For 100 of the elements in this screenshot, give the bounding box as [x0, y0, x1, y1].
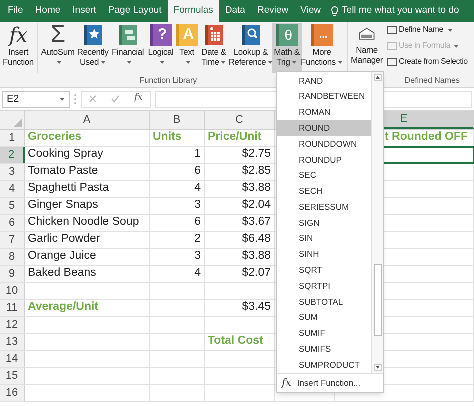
- scrollbar[interactable]: [371, 72, 383, 374]
- column-header[interactable]: C: [205, 111, 275, 129]
- row-header[interactable]: 15: [0, 368, 25, 384]
- cell-text: Spaghetti Pasta: [28, 181, 110, 196]
- row-header[interactable]: 5: [0, 198, 25, 214]
- ribbon-tab[interactable]: Home: [29, 0, 67, 22]
- tell-me-search[interactable]: Tell me what you want to do: [342, 4, 460, 18]
- ribbon-tab[interactable]: Data: [219, 0, 252, 22]
- menu-item[interactable]: SUMPRODUCT: [277, 357, 371, 374]
- cell-text: $3.88: [242, 249, 271, 264]
- menu-item[interactable]: SEC: [277, 168, 371, 184]
- insert-function-menu-item[interactable]: fx Insert Function...: [277, 373, 383, 392]
- menu-item[interactable]: SERIESSUM: [277, 199, 371, 216]
- row-header[interactable]: 11: [0, 300, 25, 316]
- defined-name-item[interactable]: Define Name: [387, 23, 468, 37]
- menu-item[interactable]: ROUNDDOWN: [277, 136, 371, 152]
- row-header[interactable]: 8: [0, 249, 25, 265]
- ribbon-tab[interactable]: Review: [251, 0, 295, 22]
- row-header[interactable]: 10: [0, 283, 25, 299]
- question-book-icon: ?: [150, 24, 172, 46]
- cell-text: Garlic Powder: [28, 232, 100, 248]
- row-header[interactable]: 6: [0, 215, 25, 231]
- ribbon-button[interactable]: θ Math & Trig: [272, 23, 302, 73]
- menu-item[interactable]: SIGN: [277, 215, 371, 231]
- cell-text: 1: [194, 147, 201, 162]
- corner-triangle-icon: [14, 119, 22, 127]
- ribbon-button[interactable]: Recently Used: [76, 23, 110, 73]
- menu-item[interactable]: RANDBETWEEN: [277, 88, 371, 105]
- grip-icon: [74, 94, 77, 104]
- cell-text: 6: [194, 164, 201, 180]
- row-header[interactable]: 13: [0, 334, 25, 350]
- cell-text: $2.04: [242, 198, 271, 214]
- menu-item[interactable]: SUM: [277, 310, 371, 326]
- cell-text: $3.67: [242, 215, 271, 230]
- cancel-icon[interactable]: [89, 95, 98, 103]
- row-header[interactable]: 9: [0, 266, 25, 282]
- menu-item[interactable]: RAND: [277, 73, 371, 89]
- ribbon-tab[interactable]: Page Layout: [102, 0, 168, 22]
- cell-text: Price/Unit: [208, 130, 262, 146]
- scroll-down-icon[interactable]: [374, 364, 382, 372]
- cell-text: $2.75: [242, 147, 271, 162]
- scroll-thumb[interactable]: [374, 264, 382, 336]
- cell-text: 2: [194, 232, 201, 248]
- cell-text: Average/Unit: [28, 300, 99, 316]
- insert-function-button[interactable]: fx: [134, 92, 143, 106]
- cell-text: Orange Juice: [28, 249, 96, 264]
- cell-text: Units: [153, 130, 182, 146]
- cell-text: $3.45: [242, 300, 271, 316]
- menu-item[interactable]: SQRTPI: [277, 278, 371, 294]
- finance-book-icon: [118, 24, 138, 46]
- theta-book-icon: θ: [276, 24, 298, 46]
- row-header[interactable]: 3: [0, 164, 25, 180]
- cell-text: $2.85: [242, 164, 271, 180]
- column-header[interactable]: B: [150, 111, 205, 129]
- ribbon-tab[interactable]: Insert: [66, 0, 102, 22]
- ribbon-button[interactable]: Financial: [110, 23, 146, 73]
- cell-text: Chicken Noodle Soup: [28, 215, 140, 230]
- ribbon-button[interactable]: Date & Time: [198, 23, 230, 73]
- cell-text: $3.88: [242, 181, 271, 196]
- cell-text: $6.48: [242, 232, 271, 248]
- ribbon-button[interactable]: A Text: [176, 23, 198, 73]
- ribbon-button[interactable]: fx Insert Function: [0, 23, 38, 73]
- cell-text: Ginger Snaps: [28, 198, 98, 214]
- row-header[interactable]: 14: [0, 351, 25, 367]
- letter-book-icon: A: [176, 24, 198, 46]
- ribbon-button[interactable]: ? Logical: [146, 23, 176, 73]
- cell-text: $2.07: [242, 266, 271, 282]
- menu-item[interactable]: SECH: [277, 184, 371, 200]
- row-header[interactable]: 1: [0, 130, 25, 146]
- check-icon[interactable]: [111, 95, 120, 103]
- ribbon-tab[interactable]: View: [294, 0, 328, 22]
- name-box[interactable]: E2: [2, 90, 70, 108]
- row-header[interactable]: 16: [0, 385, 25, 401]
- group-label: Function Library: [140, 76, 198, 86]
- cell-text: Tomato Paste: [28, 164, 98, 180]
- cell-text: 3: [194, 249, 201, 264]
- ribbon-tab[interactable]: File: [2, 0, 30, 22]
- caret-icon: [60, 98, 65, 100]
- menu-item[interactable]: ROUNDUP: [277, 152, 371, 168]
- menu-item[interactable]: ROUND: [277, 120, 371, 136]
- menu-item[interactable]: SUBTOTAL: [277, 294, 371, 310]
- scroll-up-icon[interactable]: [374, 74, 382, 81]
- menu-item[interactable]: SUMIF: [277, 326, 371, 342]
- row-header[interactable]: 2: [0, 147, 25, 163]
- ribbon-tab[interactable]: Formulas: [168, 0, 220, 22]
- menu-item[interactable]: SINH: [277, 246, 371, 263]
- menu-item[interactable]: SQRT: [277, 262, 371, 278]
- row-header[interactable]: 4: [0, 181, 25, 197]
- cell-text: 4: [194, 181, 201, 196]
- menu-item[interactable]: SUMIFS: [277, 342, 371, 358]
- menu-item[interactable]: SIN: [277, 230, 371, 247]
- cell-text: Cooking Spray: [28, 147, 104, 162]
- lightbulb-icon: [331, 6, 340, 16]
- column-header[interactable]: A: [25, 111, 150, 129]
- row-header[interactable]: 12: [0, 317, 25, 333]
- ribbon-button[interactable]: Σ AutoSum: [40, 23, 76, 73]
- ribbon-button[interactable]: ... More Functions: [302, 23, 342, 73]
- cell-text: 6: [194, 215, 201, 230]
- defined-name-item[interactable]: Create from Selectio: [387, 55, 468, 69]
- row-header[interactable]: 7: [0, 232, 25, 248]
